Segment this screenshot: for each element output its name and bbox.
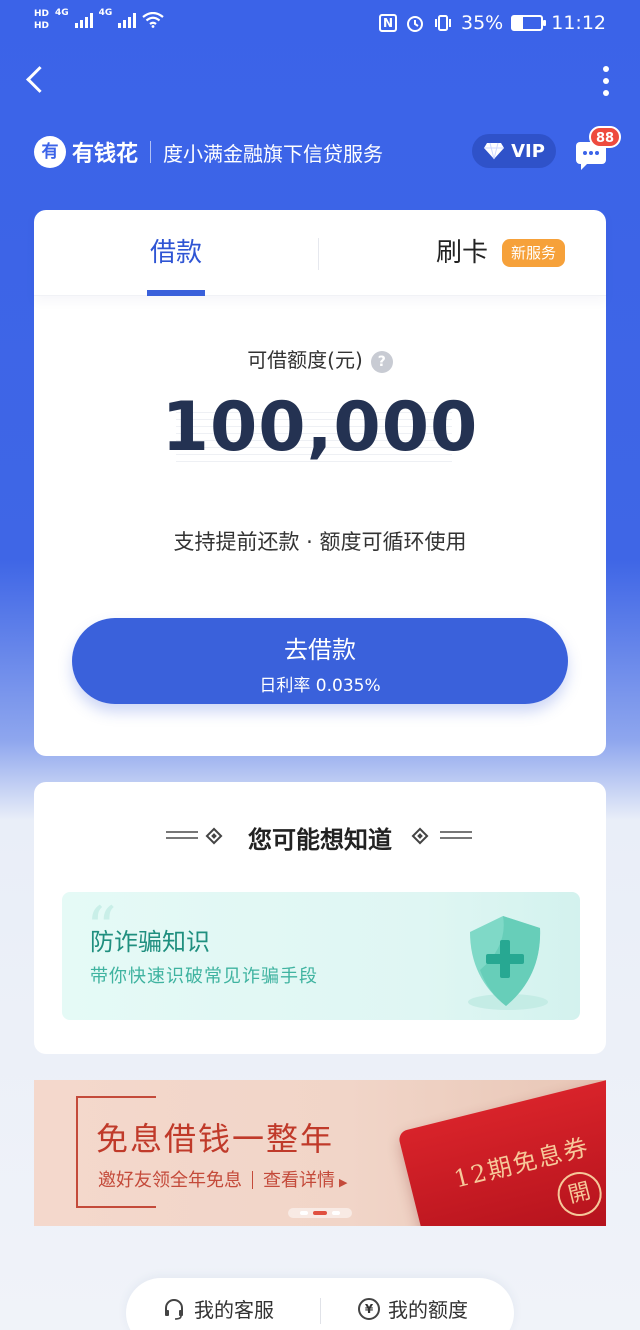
more-dot-icon xyxy=(603,66,609,72)
brand-slogan: 度小满金融旗下信贷服务 xyxy=(163,141,384,166)
banner-invite-text: 邀好友领全年免息 xyxy=(98,1170,242,1191)
brand-header: 有 有钱花 度小满金融旗下信贷服务 xyxy=(34,134,383,170)
more-dot-icon xyxy=(603,78,609,84)
carousel-indicator xyxy=(288,1208,352,1218)
anti-fraud-title: 防诈骗知识 xyxy=(90,928,210,956)
borrow-button[interactable]: 去借款 日利率 0.035% xyxy=(72,618,568,704)
back-button[interactable] xyxy=(22,62,52,98)
signal-icon xyxy=(74,12,93,28)
network-label-1: 4G xyxy=(55,8,69,18)
vibrate-icon xyxy=(435,15,451,31)
help-icon[interactable]: ? xyxy=(370,351,393,373)
alarm-icon xyxy=(407,16,423,32)
signal-icon-2 xyxy=(118,12,137,28)
hd-label-2: HD xyxy=(34,21,50,31)
customer-service-button[interactable]: 我的客服 xyxy=(162,1294,274,1323)
battery-percent: 35% xyxy=(461,12,504,34)
borrow-button-label: 去借款 xyxy=(284,636,356,664)
knowledge-card: 您可能想知道 “ 防诈骗知识 带你快速识破常见诈骗手段 xyxy=(34,782,606,1054)
hd-indicator: HD HD xyxy=(34,8,49,32)
diamond-icon xyxy=(484,142,505,160)
bottom-bar: 我的客服 ¥ 我的额度 xyxy=(126,1278,514,1330)
banner-subtitle: 邀好友领全年免息 查看详情 ▶ xyxy=(98,1166,347,1192)
message-badge: 88 xyxy=(589,126,622,148)
banner-details-link[interactable]: 查看详情 xyxy=(263,1170,335,1191)
coupon-card: 12期免息券 開 xyxy=(397,1080,606,1226)
knowledge-title: 您可能想知道 xyxy=(248,826,392,854)
anti-fraud-item[interactable]: “ 防诈骗知识 带你快速识破常见诈骗手段 xyxy=(62,892,580,1020)
credit-limit-label-text: 可借额度(元) xyxy=(247,348,363,372)
credit-limit-label: 可借额度(元)? xyxy=(34,344,606,373)
new-service-tag: 新服务 xyxy=(502,239,566,267)
anti-fraud-subtitle: 带你快速识破常见诈骗手段 xyxy=(90,966,318,987)
battery-fill xyxy=(513,17,524,29)
carousel-dot-active xyxy=(313,1211,327,1215)
status-right: N 35% 11:12 xyxy=(379,12,606,34)
carousel-dot xyxy=(300,1211,308,1215)
title-decoration-right xyxy=(411,827,478,845)
daily-rate: 日利率 0.035% xyxy=(259,676,381,696)
credit-amount: 100,000 xyxy=(161,388,479,467)
banner-title: 免息借钱一整年 xyxy=(96,1120,335,1158)
wifi-icon xyxy=(142,12,165,28)
more-menu-button[interactable] xyxy=(602,66,610,96)
banner-divider xyxy=(252,1171,253,1189)
bottom-bar-divider xyxy=(320,1298,321,1324)
play-arrow-icon: ▶ xyxy=(339,1176,348,1189)
more-dot-icon xyxy=(603,90,609,96)
headset-icon xyxy=(165,1298,183,1320)
my-limit-button[interactable]: ¥ 我的额度 xyxy=(358,1294,468,1323)
status-bar: HD HD 4G 4G N 35% 11:12 xyxy=(0,0,640,48)
loan-card: 借款 刷卡 新服务 可借额度(元)? 100,000 支持提前还款 · 额度可循… xyxy=(34,210,606,756)
credit-features: 支持提前还款 · 额度可循环使用 xyxy=(173,530,467,554)
tab-card-swipe[interactable]: 刷卡 xyxy=(436,232,488,269)
brand-name: 有钱花 xyxy=(72,142,139,167)
brand-divider xyxy=(150,141,152,163)
battery-icon xyxy=(511,15,547,31)
network-label-2: 4G xyxy=(98,8,113,18)
tab-active-indicator xyxy=(147,290,205,296)
vip-button[interactable]: VIP xyxy=(472,134,556,168)
nfc-icon: N xyxy=(379,14,397,32)
interest-free-banner[interactable]: 免息借钱一整年 邀好友领全年免息 查看详情 ▶ 12期免息券 開 xyxy=(34,1080,606,1226)
coupon-seal: 開 xyxy=(552,1167,606,1221)
status-left: HD HD 4G 4G xyxy=(34,8,165,32)
clock: 11:12 xyxy=(551,12,606,34)
tab-loan[interactable]: 借款 xyxy=(150,232,202,269)
vip-label: VIP xyxy=(511,140,545,162)
tab-bar: 借款 刷卡 新服务 xyxy=(34,210,606,296)
carousel-dot xyxy=(332,1211,340,1215)
brand-logo-icon: 有 xyxy=(34,136,66,168)
customer-service-label: 我的客服 xyxy=(194,1298,274,1322)
tab-divider xyxy=(318,238,319,270)
hd-label-1: HD xyxy=(34,9,50,19)
yen-icon: ¥ xyxy=(358,1297,380,1320)
my-limit-label: 我的额度 xyxy=(388,1298,468,1322)
shield-plus-icon xyxy=(468,916,548,1010)
